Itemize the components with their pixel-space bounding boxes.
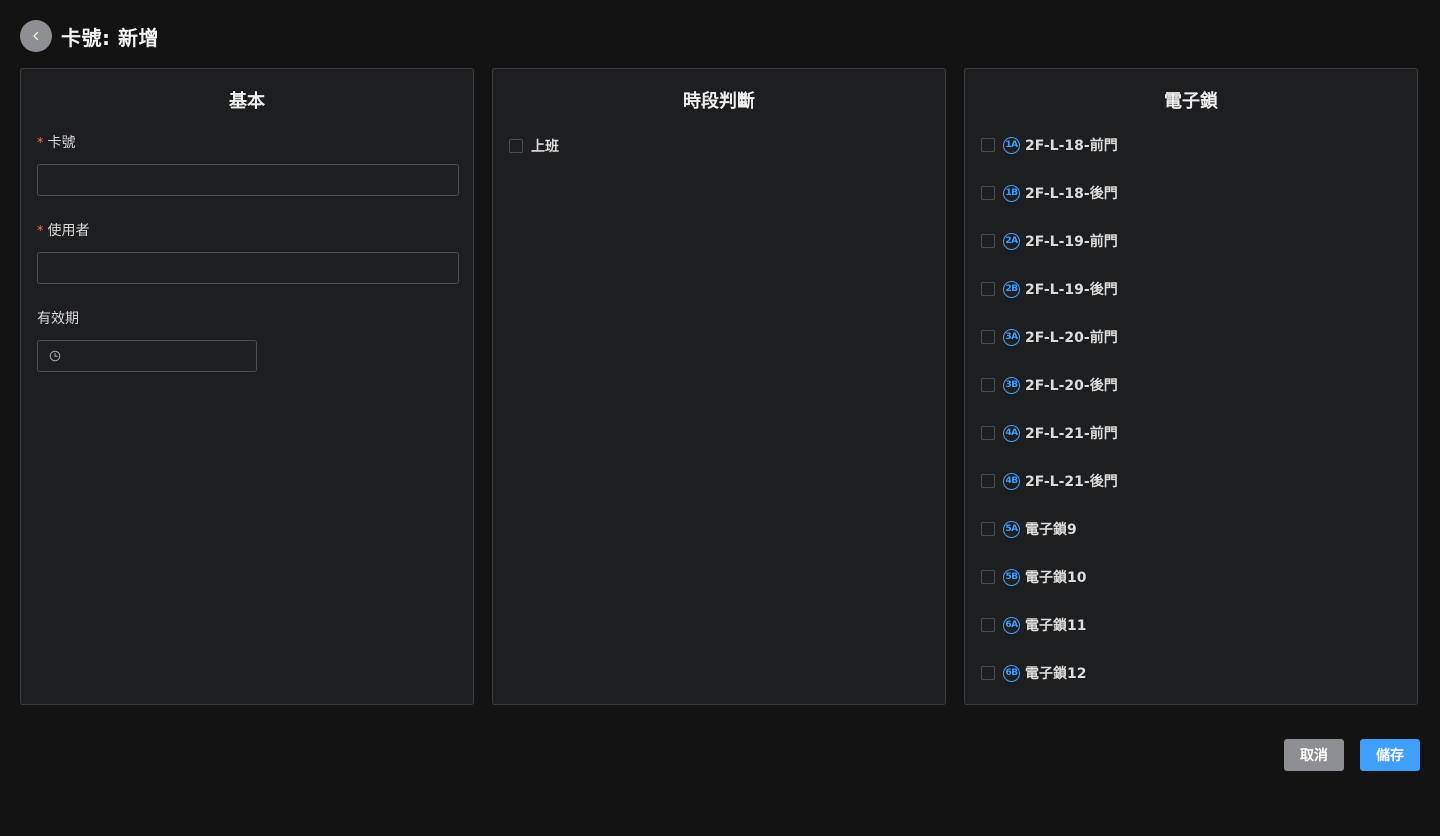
lock-item[interactable]: 1A 2F-L-18-前門	[981, 136, 1118, 154]
lock-item-label: 2F-L-21-前門	[1025, 426, 1118, 442]
lock-checkbox[interactable]	[981, 618, 995, 632]
lock-checkbox[interactable]	[981, 666, 995, 680]
validity-label: 有效期	[37, 311, 79, 327]
lock-badge: 2B	[1003, 280, 1020, 298]
card-number-label: * 卡號	[37, 132, 76, 152]
lock-badge: 6A	[1003, 616, 1020, 634]
lock-badge: 6B	[1003, 664, 1020, 682]
lock-item[interactable]: 3B 2F-L-20-後門	[981, 376, 1118, 394]
lock-item-label: 2F-L-18-後門	[1025, 186, 1118, 202]
lock-item-label: 2F-L-20-前門	[1025, 330, 1118, 346]
lock-checkbox[interactable]	[981, 474, 995, 488]
schedule-panel: 時段判斷 上班	[492, 68, 946, 705]
lock-item-label: 2F-L-18-前門	[1025, 138, 1118, 154]
card-number-input[interactable]	[37, 164, 459, 196]
lock-badge: 2A	[1003, 232, 1020, 250]
lock-item[interactable]: 4B 2F-L-21-後門	[981, 472, 1118, 490]
lock-checkbox[interactable]	[981, 522, 995, 536]
locks-panel-title: 電子鎖	[1164, 91, 1218, 112]
lock-badge: 3B	[1003, 376, 1020, 394]
lock-checkbox[interactable]	[981, 186, 995, 200]
lock-checkbox[interactable]	[981, 138, 995, 152]
user-label: * 使用者	[37, 220, 90, 240]
page-title: 卡號: 新增	[61, 25, 159, 50]
lock-item[interactable]: 6B 電子鎖12	[981, 664, 1086, 682]
basic-panel-title: 基本	[229, 91, 265, 112]
user-input[interactable]	[37, 252, 459, 284]
lock-item[interactable]: 3A 2F-L-20-前門	[981, 328, 1118, 346]
lock-item[interactable]: 5A 電子鎖9	[981, 520, 1077, 538]
clock-icon	[49, 350, 61, 362]
schedule-item-label: 上班	[531, 139, 559, 155]
lock-item-label: 電子鎖11	[1025, 618, 1087, 634]
lock-item-label: 電子鎖9	[1025, 522, 1077, 538]
lock-item[interactable]: 5B 電子鎖10	[981, 568, 1086, 586]
required-marker: *	[37, 224, 44, 239]
cancel-button[interactable]: 取消	[1284, 739, 1344, 771]
lock-item-label: 電子鎖10	[1025, 570, 1087, 586]
lock-item[interactable]: 6A 電子鎖11	[981, 616, 1086, 634]
lock-item[interactable]: 2B 2F-L-19-後門	[981, 280, 1118, 298]
lock-checkbox[interactable]	[981, 570, 995, 584]
schedule-item[interactable]: 上班	[509, 137, 559, 155]
card-number-label-text: 卡號	[47, 135, 76, 151]
lock-badge: 4B	[1003, 472, 1020, 490]
validity-date-picker[interactable]	[37, 340, 257, 372]
schedule-panel-title: 時段判斷	[683, 91, 755, 112]
lock-item-label: 電子鎖12	[1025, 666, 1087, 682]
lock-item-label: 2F-L-19-前門	[1025, 234, 1118, 250]
lock-item-label: 2F-L-19-後門	[1025, 282, 1118, 298]
lock-checkbox[interactable]	[981, 234, 995, 248]
locks-panel: 電子鎖 1A 2F-L-18-前門 1B 2F-L-18-後門 2A 2F-L-19-前門…	[964, 68, 1418, 705]
lock-checkbox[interactable]	[981, 426, 995, 440]
basic-panel: 基本 * 卡號 * 使用者 有效期	[20, 68, 474, 705]
back-button[interactable]	[20, 20, 52, 52]
lock-item-label: 2F-L-20-後門	[1025, 378, 1118, 394]
schedule-checkbox[interactable]	[509, 139, 523, 153]
lock-item[interactable]: 1B 2F-L-18-後門	[981, 184, 1118, 202]
required-marker: *	[37, 136, 44, 151]
user-label-text: 使用者	[47, 223, 90, 239]
lock-checkbox[interactable]	[981, 282, 995, 296]
lock-badge: 5A	[1003, 520, 1020, 538]
lock-checkbox[interactable]	[981, 378, 995, 392]
lock-badge: 4A	[1003, 424, 1020, 442]
lock-badge: 3A	[1003, 328, 1020, 346]
lock-item[interactable]: 4A 2F-L-21-前門	[981, 424, 1118, 442]
lock-badge: 5B	[1003, 568, 1020, 586]
page-header: 卡號: 新增	[20, 20, 159, 52]
lock-badge: 1B	[1003, 184, 1020, 202]
lock-item[interactable]: 2A 2F-L-19-前門	[981, 232, 1118, 250]
lock-checkbox[interactable]	[981, 330, 995, 344]
save-button[interactable]: 儲存	[1360, 739, 1420, 771]
lock-item-label: 2F-L-21-後門	[1025, 474, 1118, 490]
lock-badge: 1A	[1003, 136, 1020, 154]
chevron-left-icon	[33, 31, 39, 41]
